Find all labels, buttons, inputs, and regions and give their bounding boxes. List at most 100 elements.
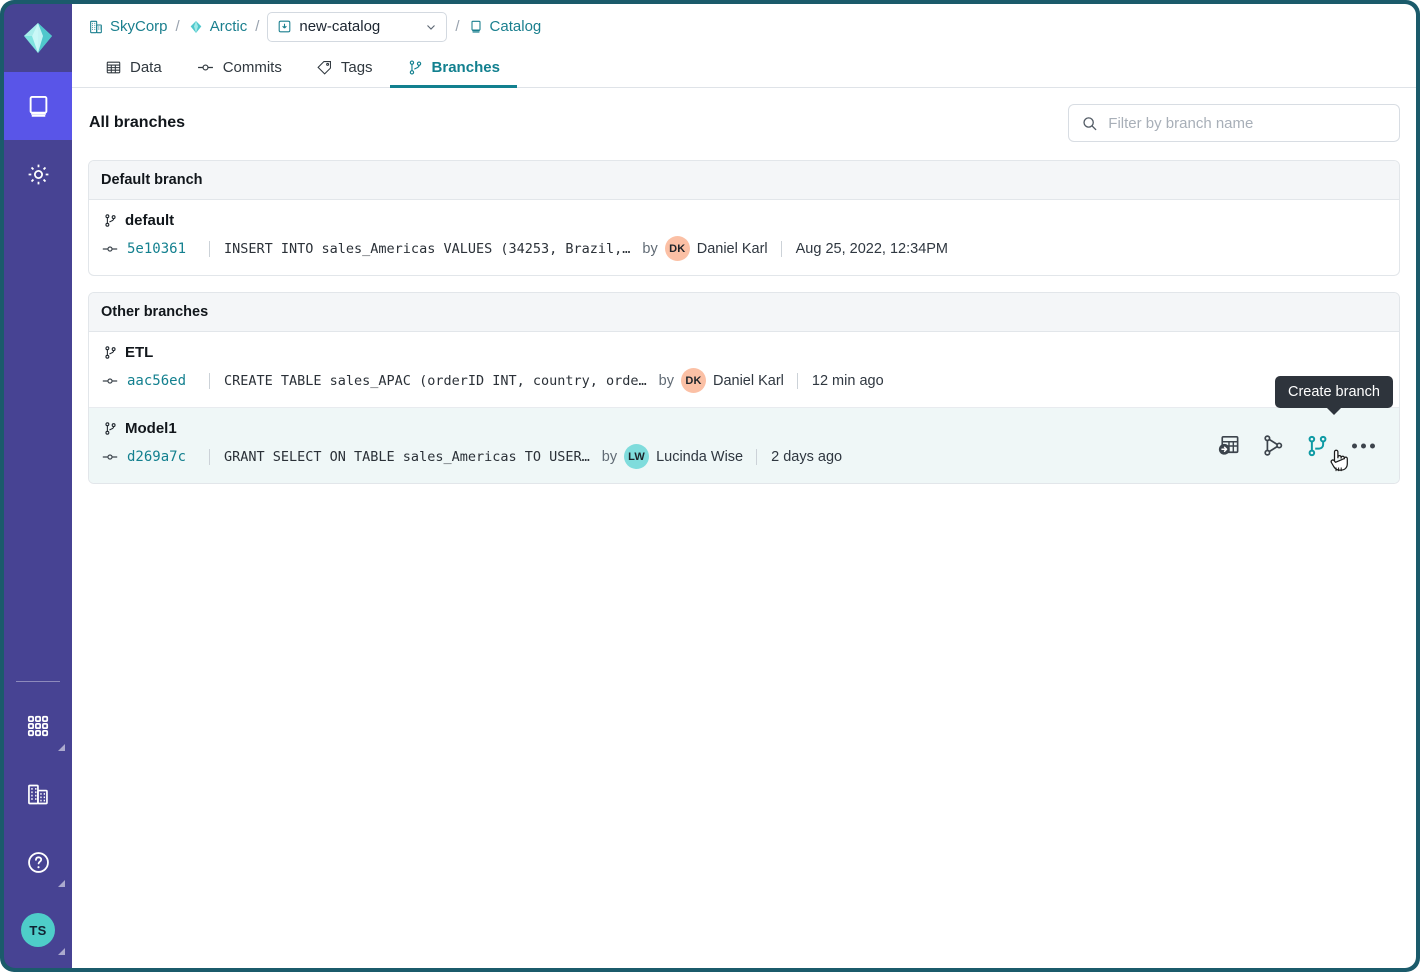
table-row[interactable]: ETL aac56ed CREATE TABLE sales_APAC (ord…: [89, 332, 1399, 407]
branch-icon: [103, 345, 118, 360]
breadcrumb-separator: /: [255, 18, 259, 35]
commit-date: 12 min ago: [797, 373, 884, 389]
author-name: Daniel Karl: [713, 373, 784, 389]
corner-indicator: [58, 948, 65, 955]
commit-author: by DK Daniel Karl: [642, 236, 767, 261]
commit-date: 2 days ago: [756, 449, 842, 465]
query-table-button[interactable]: [1216, 433, 1241, 458]
avatar: TS: [21, 913, 55, 947]
breadcrumb-project[interactable]: Arctic: [188, 18, 248, 35]
avatar: DK: [681, 368, 706, 393]
sidebar-item-apps[interactable]: [4, 692, 72, 760]
sidebar-item-settings[interactable]: [4, 140, 72, 208]
tab-data-label: Data: [130, 59, 162, 76]
breadcrumb-org-label: SkyCorp: [110, 18, 168, 35]
commit-author: by DK Daniel Karl: [659, 368, 784, 393]
tab-commits-label: Commits: [223, 59, 282, 76]
sidebar-item-organization[interactable]: [4, 760, 72, 828]
table-row[interactable]: Model1 d269a7c GRANT SELECT ON TABLE sal…: [89, 407, 1399, 483]
breadcrumb-org[interactable]: SkyCorp: [88, 18, 168, 35]
tag-icon: [316, 59, 333, 76]
tab-data[interactable]: Data: [88, 49, 179, 88]
tab-branches[interactable]: Branches: [390, 49, 517, 88]
tab-tags-label: Tags: [341, 59, 373, 76]
catalog-select[interactable]: new-catalog: [267, 12, 447, 42]
group-other-branches: Other branches ETL: [88, 292, 1400, 484]
grid-apps-icon: [25, 713, 51, 739]
building-icon: [88, 19, 104, 35]
table-grid-icon: [105, 59, 122, 76]
ellipsis-icon: [1370, 443, 1375, 448]
iceberg-icon: [188, 19, 204, 35]
commit-node-icon: [101, 374, 119, 388]
search-input[interactable]: [1108, 115, 1387, 132]
left-sidebar: TS: [4, 4, 72, 968]
row-actions: [1216, 433, 1377, 458]
breadcrumb-separator: /: [176, 18, 180, 35]
commit-hash-link[interactable]: 5e10361: [101, 241, 209, 257]
breadcrumb-separator: /: [455, 18, 459, 35]
search-box[interactable]: [1068, 104, 1400, 142]
iceberg-logo-icon: [19, 19, 57, 57]
catalog-select-value: new-catalog: [299, 18, 380, 35]
mouse-cursor: [1326, 447, 1350, 480]
main-panel: SkyCorp / Arctic / new-catalog: [72, 4, 1416, 968]
commit-author: by LW Lucinda Wise: [602, 444, 743, 469]
commit-node-icon: [196, 58, 215, 77]
author-name: Daniel Karl: [697, 241, 768, 257]
commit-hash-label: aac56ed: [127, 373, 186, 389]
table-row[interactable]: default 5e10361 INSERT INTO sales_Americ…: [89, 200, 1399, 275]
breadcrumb-page-label: Catalog: [490, 18, 542, 35]
breadcrumb-page[interactable]: Catalog: [468, 18, 542, 35]
group-default-branch: Default branch default: [88, 160, 1400, 276]
avatar: DK: [665, 236, 690, 261]
breadcrumb: SkyCorp / Arctic / new-catalog: [72, 4, 1416, 49]
branch-name[interactable]: Model1: [101, 420, 1387, 437]
branch-icon: [103, 421, 118, 436]
branch-name-label: ETL: [125, 344, 153, 361]
branch-name[interactable]: default: [101, 212, 1387, 229]
commit-hash-label: 5e10361: [127, 241, 186, 257]
help-circle-icon: [25, 849, 52, 876]
corner-indicator: [58, 880, 65, 887]
tab-branches-label: Branches: [432, 59, 500, 76]
by-label: by: [659, 373, 674, 389]
branch-name[interactable]: ETL: [101, 344, 1387, 361]
commit-date: Aug 25, 2022, 12:34PM: [781, 241, 948, 257]
tab-commits[interactable]: Commits: [179, 49, 299, 88]
tab-tags[interactable]: Tags: [299, 49, 390, 88]
branch-icon: [103, 213, 118, 228]
commit-message: GRANT SELECT ON TABLE sales_Americas TO …: [209, 449, 590, 465]
ellipsis-icon: [1352, 443, 1357, 448]
branch-icon: [407, 59, 424, 76]
commit-line: aac56ed CREATE TABLE sales_APAC (orderID…: [101, 368, 1387, 393]
tooltip-label: Create branch: [1288, 384, 1380, 400]
search-icon: [1081, 114, 1098, 133]
commit-message: INSERT INTO sales_Americas VALUES (34253…: [209, 241, 630, 257]
commit-node-icon: [101, 242, 119, 256]
sidebar-item-help[interactable]: [4, 828, 72, 896]
by-label: by: [642, 241, 657, 257]
commit-hash-link[interactable]: d269a7c: [101, 449, 209, 465]
book-icon: [468, 19, 484, 35]
sidebar-user-avatar[interactable]: TS: [4, 896, 72, 964]
sidebar-divider: [16, 681, 60, 682]
merge-branch-button[interactable]: [1261, 434, 1285, 458]
sidebar-item-catalog[interactable]: [4, 72, 72, 140]
breadcrumb-project-label: Arctic: [210, 18, 248, 35]
list-header: All branches: [88, 104, 1400, 142]
merge-icon: [1261, 434, 1285, 458]
branch-name-label: default: [125, 212, 174, 229]
avatar: LW: [624, 444, 649, 469]
commit-line: 5e10361 INSERT INTO sales_Americas VALUE…: [101, 236, 1387, 261]
catalog-icon: [277, 19, 292, 34]
group-title: Other branches: [89, 293, 1399, 332]
group-title: Default branch: [89, 161, 1399, 200]
iceberg-logo[interactable]: [4, 4, 72, 72]
page-title: All branches: [89, 114, 185, 132]
more-options-button[interactable]: [1350, 437, 1377, 454]
commit-hash-link[interactable]: aac56ed: [101, 373, 209, 389]
author-name: Lucinda Wise: [656, 449, 743, 465]
corner-indicator: [58, 744, 65, 751]
commit-message: CREATE TABLE sales_APAC (orderID INT, co…: [209, 373, 647, 389]
